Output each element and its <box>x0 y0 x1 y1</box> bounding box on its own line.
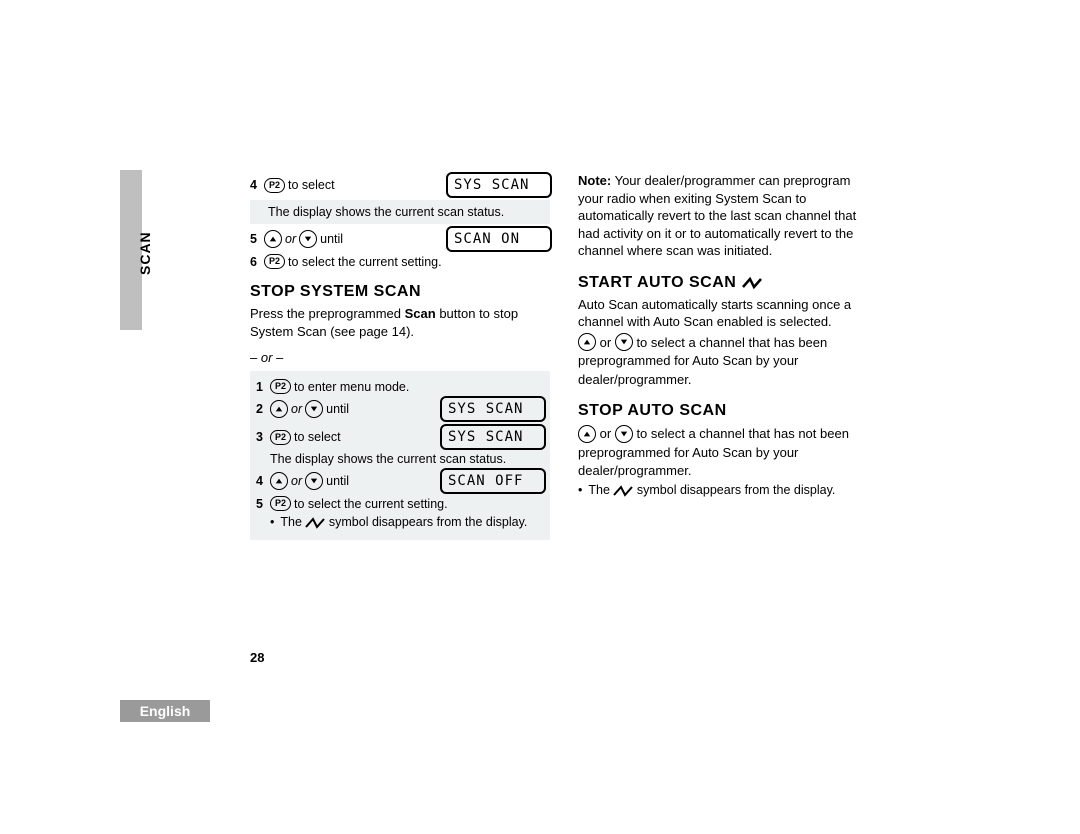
step-row: 2 or until SYS SCAN <box>256 396 544 422</box>
heading-stop-auto-scan: STOP AUTO SCAN <box>578 402 878 420</box>
step-text: to enter menu mode. <box>294 380 409 394</box>
p2-icon: P2 <box>270 430 291 445</box>
step-row: 4 P2 to select SYS SCAN <box>250 172 550 198</box>
up-arrow-icon <box>270 400 288 418</box>
until-text: until <box>320 232 343 246</box>
scan-z-icon <box>305 515 325 530</box>
step-row: 1 P2 to enter menu mode. <box>256 379 544 394</box>
step-number: 4 <box>256 474 270 488</box>
up-arrow-icon <box>578 425 596 443</box>
or-word: or <box>600 426 612 441</box>
lcd-display: SCAN ON <box>446 226 552 252</box>
p2-icon: P2 <box>270 496 291 511</box>
step-number: 4 <box>250 178 264 192</box>
scan-bold: Scan <box>405 306 436 321</box>
or-word: or <box>291 474 302 488</box>
text: Your dealer/programmer can preprogram yo… <box>578 173 856 258</box>
lcd-display: SYS SCAN <box>440 424 546 450</box>
text: The <box>280 515 305 529</box>
until-text: until <box>326 402 349 416</box>
body-text: Press the preprogrammed Scan button to s… <box>250 305 550 340</box>
down-arrow-icon <box>299 230 317 248</box>
step-number: 2 <box>256 402 270 416</box>
up-arrow-icon <box>270 472 288 490</box>
lcd-display: SYS SCAN <box>446 172 552 198</box>
step-number: 6 <box>250 255 264 269</box>
p2-icon: P2 <box>264 178 285 193</box>
lcd-display: SYS SCAN <box>440 396 546 422</box>
stop-line: or to select a channel that has not been… <box>578 425 849 477</box>
step-number: 3 <box>256 430 270 444</box>
bullet-note: The symbol disappears from the display. <box>270 515 544 530</box>
step-row: 6 P2 to select the current setting. <box>250 254 550 269</box>
text: The <box>588 483 613 497</box>
or-word: or <box>600 335 612 350</box>
step-number: 5 <box>250 232 264 246</box>
status-row: The display shows the current scan statu… <box>250 200 550 224</box>
heading-stop-system-scan: STOP SYSTEM SCAN <box>250 283 550 301</box>
step-number: 1 <box>256 380 270 394</box>
until-text: until <box>326 474 349 488</box>
page-number: 28 <box>250 650 264 665</box>
status-row: The display shows the current scan statu… <box>256 452 544 466</box>
step-text: to select the current setting. <box>288 255 442 269</box>
start-text: Auto Scan automatically starts scanning … <box>578 296 878 331</box>
step-row: 5 or until SCAN ON <box>250 226 550 252</box>
or-separator: – or – <box>250 350 550 365</box>
p2-icon: P2 <box>270 379 291 394</box>
step-text: to select <box>288 178 335 192</box>
left-column: 4 P2 to select SYS SCAN The display show… <box>250 170 550 540</box>
status-text: The display shows the current scan statu… <box>270 452 544 466</box>
step-row: 4 or until SCAN OFF <box>256 468 544 494</box>
up-arrow-icon <box>264 230 282 248</box>
scan-z-icon <box>613 483 633 498</box>
status-text: The display shows the current scan statu… <box>268 205 546 219</box>
lcd-display: SCAN OFF <box>440 468 546 494</box>
step-row: 5 P2 to select the current setting. <box>256 496 544 511</box>
heading-start-auto-scan: START AUTO SCAN <box>578 274 878 292</box>
down-arrow-icon <box>615 333 633 351</box>
text: symbol disappears from the display. <box>329 515 527 529</box>
note-label: Note: <box>578 173 611 188</box>
down-arrow-icon <box>615 425 633 443</box>
right-column: Note: Your dealer/programmer can preprog… <box>578 170 878 540</box>
page-content: 4 P2 to select SYS SCAN The display show… <box>120 170 960 540</box>
scan-z-icon <box>742 274 762 292</box>
step-number: 5 <box>256 497 270 511</box>
step-row: 3 P2 to select SYS SCAN <box>256 424 544 450</box>
p2-icon: P2 <box>264 254 285 269</box>
shaded-steps: 1 P2 to enter menu mode. 2 or until SYS … <box>250 371 550 540</box>
or-word: or <box>291 402 302 416</box>
language-box: English <box>120 700 210 722</box>
step-text: to select <box>294 430 341 444</box>
step-text: to select the current setting. <box>294 497 448 511</box>
or-word: or <box>285 232 296 246</box>
heading-text: START AUTO SCAN <box>578 274 736 292</box>
text: Press the preprogrammed <box>250 306 405 321</box>
bullet-note: The symbol disappears from the display. <box>578 483 878 498</box>
down-arrow-icon <box>305 400 323 418</box>
note-text: Note: Your dealer/programmer can preprog… <box>578 172 878 260</box>
text: symbol disappears from the display. <box>637 483 835 497</box>
select-line: or to select a channel that has been pre… <box>578 334 827 386</box>
down-arrow-icon <box>305 472 323 490</box>
up-arrow-icon <box>578 333 596 351</box>
